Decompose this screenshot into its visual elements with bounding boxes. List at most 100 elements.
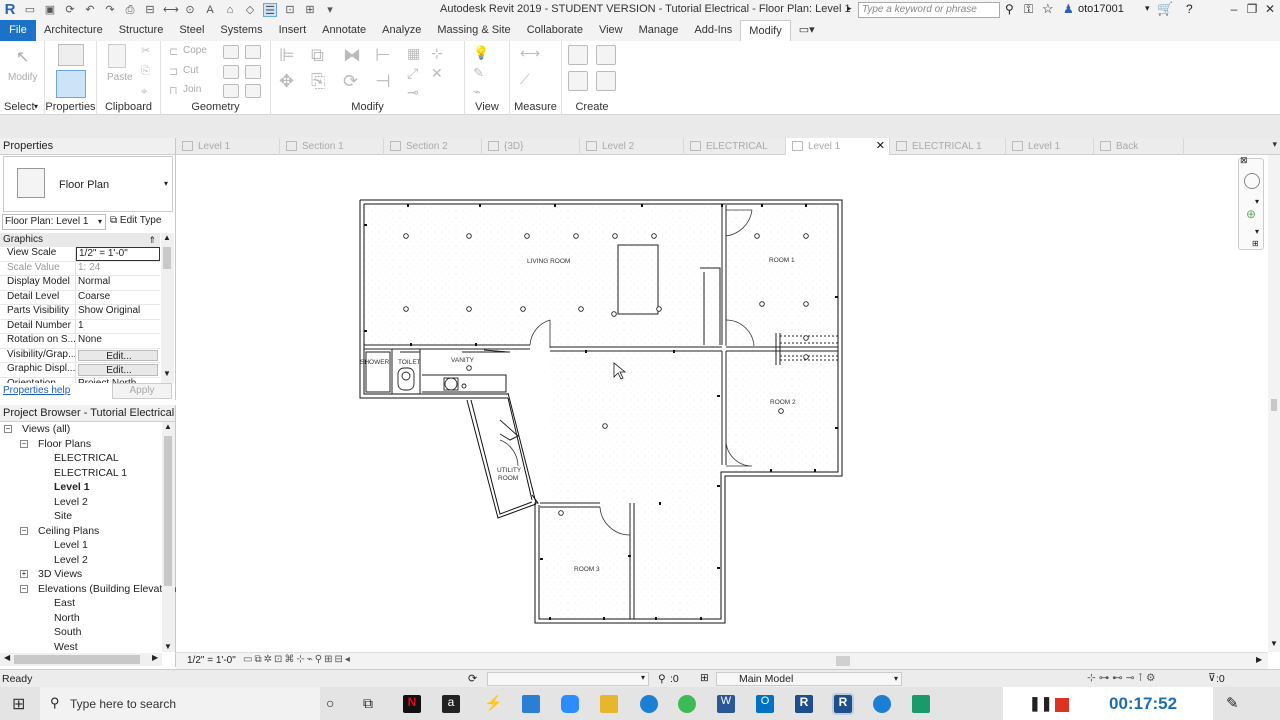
pen-icon[interactable]: ✎ (1226, 694, 1239, 712)
demolish-icon[interactable] (245, 65, 261, 79)
mail-icon[interactable] (522, 695, 540, 713)
browser-scroll-up-icon[interactable]: ▲ (164, 422, 172, 431)
dimension-icon[interactable]: ⟷ (163, 3, 179, 17)
tab-collaborate[interactable]: Collaborate (519, 20, 591, 41)
tab-analyze[interactable]: Analyze (374, 20, 429, 41)
browser-item[interactable]: North (0, 611, 162, 626)
tab-manage[interactable]: Manage (631, 20, 687, 41)
tab-steel[interactable]: Steel (171, 20, 212, 41)
thin-lines-icon[interactable]: ☰ (263, 3, 277, 17)
wheel-dropdown-icon[interactable]: ▾ (1255, 197, 1259, 206)
join-button[interactable]: Join (183, 84, 201, 95)
create-assembly-icon[interactable] (568, 45, 588, 65)
scale-icon[interactable]: ⤢ (407, 65, 418, 82)
browser-item[interactable]: Level 2 (0, 553, 162, 568)
zoom-icon[interactable]: ⊕ (1246, 207, 1256, 221)
browser-hscroll-thumb[interactable] (14, 655, 140, 664)
cope-icon[interactable]: ⊏ (169, 45, 178, 58)
sync-icon[interactable]: ⟳ (63, 3, 77, 17)
close-hidden-icon[interactable]: ⊡ (283, 3, 297, 17)
collapse-icon[interactable]: − (20, 584, 28, 593)
collapse-icon[interactable]: − (4, 425, 12, 433)
unjoin-icon[interactable] (245, 84, 261, 98)
zoom-app-icon[interactable] (561, 695, 579, 713)
canvas-vscrollbar[interactable]: ▼ (1268, 155, 1280, 652)
offset-icon[interactable]: ⧉ (311, 45, 324, 66)
browser-item[interactable]: South (0, 625, 162, 640)
dropbox-paper-icon[interactable]: ⚡ (484, 694, 503, 712)
room-label-utility-room[interactable]: ROOM (498, 475, 518, 482)
cut-button[interactable]: Cut (183, 65, 199, 76)
view-tab[interactable]: Level 1 ✕ (786, 138, 890, 155)
aligned-dimension-icon[interactable]: ⟋ (520, 71, 530, 88)
windows-start-icon[interactable]: ⊞ (12, 694, 25, 714)
cut-clipboard-icon[interactable]: ✂ (141, 44, 150, 57)
property-value[interactable]: Edit... (78, 349, 158, 361)
user-dropdown-icon[interactable]: ▾ (1145, 3, 1150, 14)
canvas-scroll-right-icon[interactable]: ▶ (1256, 655, 1262, 664)
view-tab[interactable]: Section 2 (384, 138, 482, 155)
modify-cursor-icon[interactable]: ↖ (16, 47, 29, 67)
floor-plan-drawing[interactable]: LIVING ROOM ROOM 1 ROOM 2 ROOM 3 VANITY … (176, 155, 1268, 652)
measure-tool-icon[interactable]: ⟷ (520, 45, 540, 62)
create-parts-icon[interactable] (596, 45, 616, 65)
view-tab[interactable]: Level 1 (1006, 138, 1094, 155)
browser-item[interactable]: East (0, 596, 162, 611)
browser-item[interactable]: Site (0, 509, 162, 524)
browser-hscrollbar[interactable]: ◀ ▶ (0, 653, 162, 666)
redo-icon[interactable]: ↷ (103, 3, 117, 17)
remove-paint-icon[interactable] (223, 84, 239, 98)
tab-modify[interactable]: Modify (740, 20, 791, 41)
cut-icon[interactable]: ⊐ (169, 65, 178, 78)
join-icon[interactable]: ⊓ (169, 84, 178, 97)
amazon-icon[interactable]: a (442, 695, 460, 713)
browser-item[interactable]: − Views (all) (0, 422, 162, 437)
view-tab[interactable]: Back (1094, 138, 1184, 155)
revit-logo[interactable]: R (0, 0, 20, 20)
view-control-icons[interactable]: ▭⧉✲⊡⌘⊹⌁⚲⊞⊟◂ (243, 654, 352, 665)
browser-item[interactable]: ELECTRICAL 1 (0, 466, 162, 481)
room-label-room3[interactable]: ROOM 3 (574, 566, 600, 573)
copy-element-icon[interactable]: ⎘ (311, 71, 325, 92)
canvas-hscroll-thumb[interactable] (836, 656, 850, 666)
browser-item[interactable]: ELECTRICAL (0, 451, 162, 466)
view-tab[interactable]: Level 2 (580, 138, 684, 155)
browser-item[interactable]: +3D Views (0, 567, 162, 582)
paste-icon[interactable] (108, 44, 126, 68)
text-icon[interactable]: A (203, 3, 217, 17)
type-properties-icon[interactable] (58, 44, 84, 66)
user-name[interactable]: oto17001 (1078, 3, 1124, 15)
browser-item[interactable]: Level 1 (0, 480, 162, 495)
customize-qat-icon[interactable]: ▾ (323, 3, 337, 17)
close-navbar-icon[interactable]: ⊠ (1240, 155, 1248, 166)
scroll-up-icon[interactable]: ▲ (163, 233, 171, 242)
taskbar-search[interactable]: ⚲ Type here to search (40, 687, 320, 720)
room-label-toilet[interactable]: TOILET (398, 359, 421, 366)
browser-scroll-down-icon[interactable]: ▼ (164, 642, 172, 651)
browser-item[interactable]: − Elevations (Building Elevation (0, 582, 176, 597)
recorder-icon[interactable] (912, 695, 930, 713)
section-icon[interactable]: ◇ (243, 3, 257, 17)
filter-icon[interactable]: ⊽ (1208, 672, 1216, 684)
3d-view-icon[interactable]: ⌂ (223, 3, 237, 17)
maximize-button[interactable]: ❐ (1243, 2, 1261, 18)
browser-scrollbar[interactable]: ▲ ▼ (162, 422, 175, 652)
binoculars-icon[interactable]: ⚲ (1005, 2, 1014, 16)
browser-scroll-right-icon[interactable]: ▶ (152, 653, 158, 662)
move-icon[interactable]: ✥ (279, 71, 294, 92)
room-label-vanity[interactable]: VANITY (451, 357, 475, 364)
align-icon[interactable]: ⊫ (279, 45, 295, 66)
linework-icon[interactable]: ⌁ (473, 84, 481, 100)
print-icon[interactable]: ⎙ (123, 3, 137, 17)
room-label-room1[interactable]: ROOM 1 (769, 257, 795, 264)
property-value[interactable]: 1 (76, 320, 160, 334)
switch-windows-icon[interactable]: ⊞ (303, 3, 317, 17)
design-option-selector[interactable]: Main Model ▾ (716, 672, 902, 686)
browser-item[interactable]: Level 2 (0, 495, 162, 510)
mirror-icon[interactable]: ⧓ (343, 45, 361, 66)
workset-selector[interactable]: ▾ (487, 672, 649, 686)
property-value[interactable]: 1: 24 (76, 262, 160, 276)
collapse-section-icon[interactable]: ⇑ (148, 233, 156, 247)
file-explorer-icon[interactable] (600, 695, 618, 713)
property-value[interactable]: Normal (76, 276, 160, 290)
